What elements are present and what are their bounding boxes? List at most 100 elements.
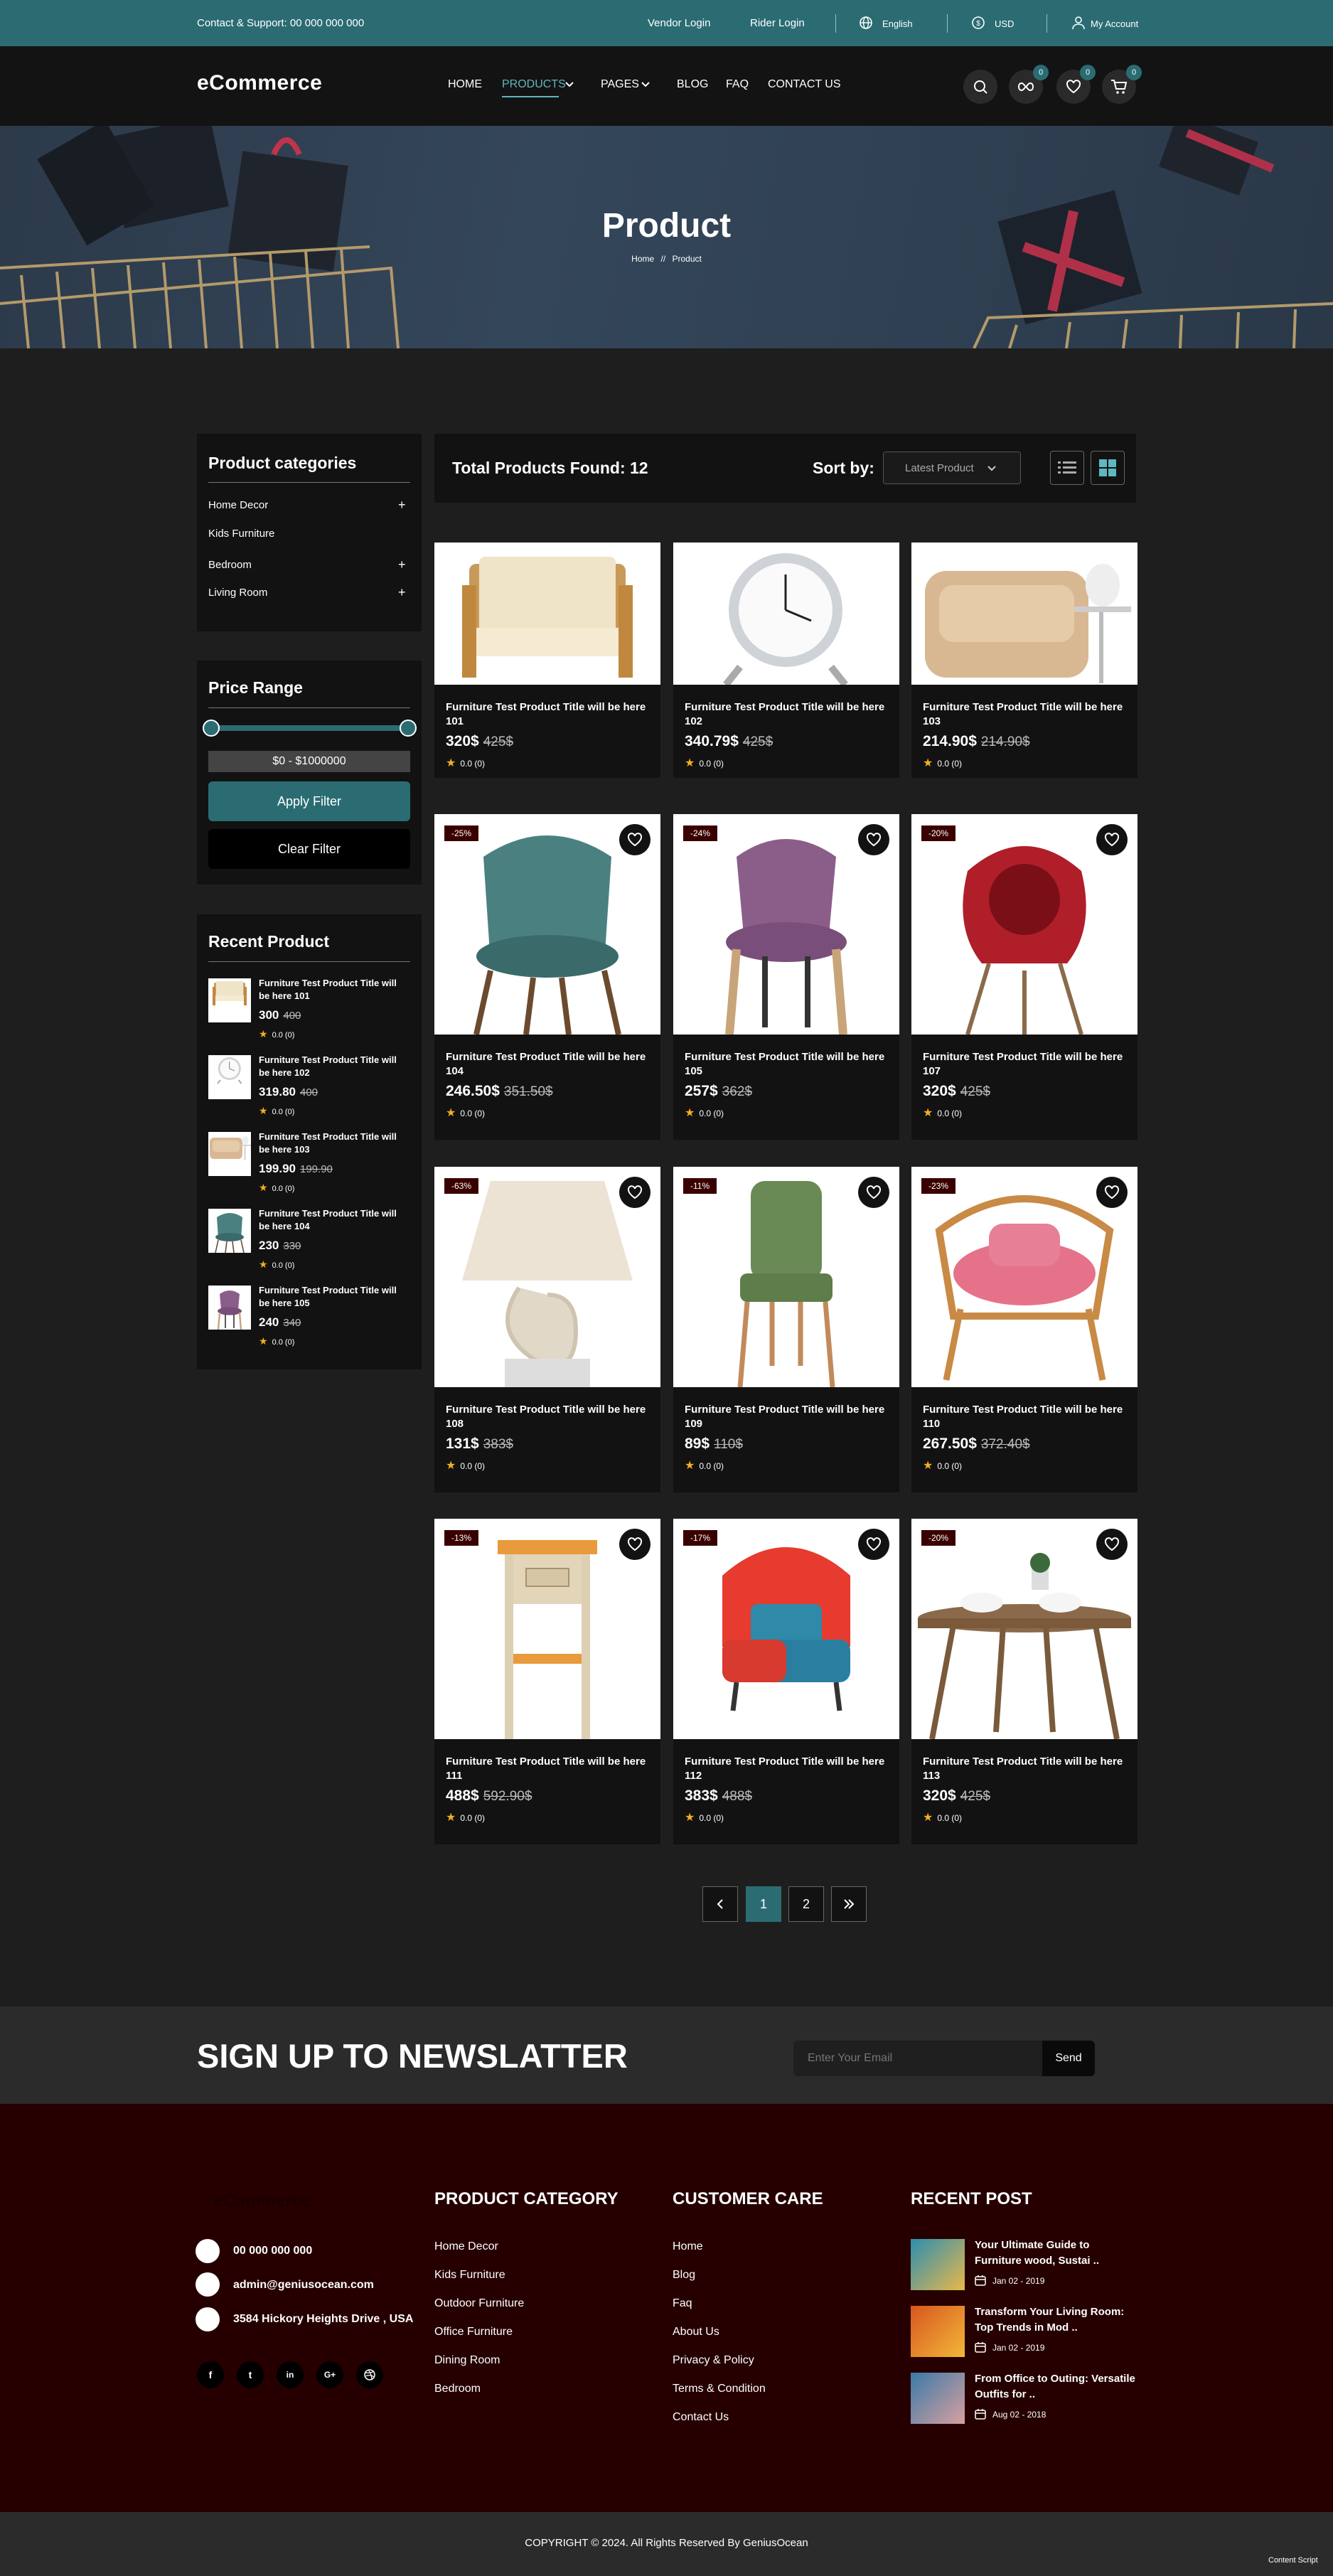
- product-card[interactable]: -24% Furniture Test Product Title will be…: [673, 814, 899, 1140]
- footer-email[interactable]: admin@geniusocean.com: [233, 2279, 374, 2292]
- product-title[interactable]: Furniture Test Product Title will be her…: [923, 1755, 1129, 1783]
- product-image[interactable]: -17%: [673, 1519, 899, 1739]
- product-image[interactable]: -25%: [434, 814, 660, 1035]
- wishlist-toggle[interactable]: [858, 1529, 889, 1560]
- product-image[interactable]: -20%: [911, 814, 1137, 1035]
- footer-category-link[interactable]: Outdoor Furniture: [434, 2297, 524, 2310]
- footer-category-link[interactable]: Office Furniture: [434, 2326, 513, 2339]
- my-account-link[interactable]: My Account: [1091, 18, 1138, 29]
- expand-plus-icon[interactable]: +: [398, 557, 406, 572]
- product-title[interactable]: Furniture Test Product Title will be her…: [685, 1050, 891, 1079]
- wishlist-toggle[interactable]: [619, 1177, 651, 1208]
- breadcrumb-home[interactable]: Home: [631, 254, 654, 264]
- product-card[interactable]: Furniture Test Product Title will be her…: [911, 543, 1137, 778]
- recent-product-title[interactable]: Furniture Test Product Title will be her…: [259, 1054, 408, 1079]
- recent-product-thumb[interactable]: [208, 1286, 251, 1330]
- recent-post-title[interactable]: Your Ultimate Guide to Furniture wood, S…: [975, 2238, 1138, 2269]
- recent-post-title[interactable]: From Office to Outing: Versatile Outfits…: [975, 2371, 1138, 2403]
- footer-care-link[interactable]: About Us: [673, 2326, 719, 2339]
- currency-select[interactable]: USD: [995, 18, 1014, 29]
- product-title[interactable]: Furniture Test Product Title will be her…: [446, 1403, 652, 1431]
- category-kids-furniture[interactable]: Kids Furniture: [208, 528, 274, 540]
- product-card[interactable]: -23% Furniture Test Product Title will be…: [911, 1167, 1137, 1492]
- recent-post-thumb[interactable]: [911, 2306, 965, 2357]
- price-slider-max-handle[interactable]: [400, 720, 417, 737]
- expand-plus-icon[interactable]: +: [398, 585, 406, 600]
- pagination-next[interactable]: [831, 1886, 867, 1922]
- product-image[interactable]: [673, 543, 899, 685]
- footer-category-link[interactable]: Dining Room: [434, 2354, 500, 2367]
- clear-filter-button[interactable]: Clear Filter: [208, 829, 410, 869]
- wishlist-toggle[interactable]: [619, 1529, 651, 1560]
- wishlist-toggle[interactable]: [1096, 1177, 1128, 1208]
- linkedin-icon[interactable]: in: [277, 2361, 304, 2388]
- category-living-room[interactable]: Living Room: [208, 587, 267, 599]
- product-image[interactable]: -13%: [434, 1519, 660, 1739]
- site-logo[interactable]: eCommerce: [197, 71, 322, 95]
- footer-care-link[interactable]: Blog: [673, 2269, 695, 2282]
- footer-care-link[interactable]: Home: [673, 2240, 703, 2253]
- footer-category-link[interactable]: Kids Furniture: [434, 2269, 505, 2282]
- pagination-page-1[interactable]: 1: [746, 1886, 781, 1922]
- recent-post-thumb[interactable]: [911, 2373, 965, 2424]
- product-title[interactable]: Furniture Test Product Title will be her…: [446, 1755, 652, 1783]
- newsletter-send-button[interactable]: Send: [1042, 2041, 1095, 2076]
- recent-post-thumb[interactable]: [911, 2239, 965, 2290]
- search-button[interactable]: [963, 70, 997, 104]
- nav-home[interactable]: HOME: [448, 78, 482, 91]
- wishlist-toggle[interactable]: [619, 824, 651, 855]
- product-card[interactable]: -25% Furniture Test Product Title will be…: [434, 814, 660, 1140]
- footer-care-link[interactable]: Terms & Condition: [673, 2383, 766, 2395]
- nav-blog[interactable]: BLOG: [677, 78, 708, 91]
- expand-plus-icon[interactable]: +: [398, 498, 406, 513]
- recent-product-title[interactable]: Furniture Test Product Title will be her…: [259, 977, 408, 1003]
- wishlist-toggle[interactable]: [1096, 824, 1128, 855]
- recent-product-title[interactable]: Furniture Test Product Title will be her…: [259, 1207, 408, 1233]
- product-card[interactable]: -20% Furniture Test Product Title will be…: [911, 814, 1137, 1140]
- product-title[interactable]: Furniture Test Product Title will be her…: [923, 1403, 1129, 1431]
- nav-faq[interactable]: FAQ: [726, 78, 749, 91]
- footer-care-link[interactable]: Contact Us: [673, 2411, 729, 2424]
- twitter-icon[interactable]: t: [237, 2361, 264, 2388]
- product-title[interactable]: Furniture Test Product Title will be her…: [446, 700, 652, 729]
- product-title[interactable]: Furniture Test Product Title will be her…: [923, 1050, 1129, 1079]
- pagination-page-2[interactable]: 2: [788, 1886, 824, 1922]
- apply-filter-button[interactable]: Apply Filter: [208, 781, 410, 821]
- price-slider-track[interactable]: [211, 725, 407, 731]
- product-card[interactable]: -20% Furniture Test Product Title will be…: [911, 1519, 1137, 1844]
- footer-category-link[interactable]: Bedroom: [434, 2383, 481, 2395]
- nav-pages[interactable]: PAGES: [601, 78, 639, 91]
- grid-view-button[interactable]: [1091, 451, 1125, 485]
- product-title[interactable]: Furniture Test Product Title will be her…: [685, 700, 891, 729]
- recent-product-title[interactable]: Furniture Test Product Title will be her…: [259, 1284, 408, 1310]
- product-card[interactable]: Furniture Test Product Title will be her…: [434, 543, 660, 778]
- sort-select[interactable]: Latest Product: [883, 451, 1021, 484]
- product-image[interactable]: -23%: [911, 1167, 1137, 1387]
- recent-product-thumb[interactable]: [208, 1209, 251, 1253]
- footer-care-link[interactable]: Faq: [673, 2297, 692, 2310]
- vendor-login-link[interactable]: Vendor Login: [648, 17, 710, 29]
- product-image[interactable]: -11%: [673, 1167, 899, 1387]
- product-card[interactable]: -13% Furniture Test Product Title will be…: [434, 1519, 660, 1844]
- list-view-button[interactable]: [1050, 451, 1084, 485]
- pagination-prev[interactable]: [702, 1886, 738, 1922]
- dribbble-icon[interactable]: [356, 2361, 383, 2388]
- nav-products[interactable]: PRODUCTS: [502, 78, 566, 91]
- product-image[interactable]: [434, 543, 660, 685]
- product-title[interactable]: Furniture Test Product Title will be her…: [446, 1050, 652, 1079]
- recent-product-title[interactable]: Furniture Test Product Title will be her…: [259, 1131, 408, 1156]
- product-title[interactable]: Furniture Test Product Title will be her…: [923, 700, 1129, 729]
- footer-logo[interactable]: eCommerce: [213, 2191, 311, 2211]
- recent-product-thumb[interactable]: [208, 1055, 251, 1099]
- product-title[interactable]: Furniture Test Product Title will be her…: [685, 1755, 891, 1783]
- wishlist-toggle[interactable]: [1096, 1529, 1128, 1560]
- nav-contact[interactable]: CONTACT US: [768, 78, 841, 91]
- recent-product-thumb[interactable]: [208, 978, 251, 1022]
- product-title[interactable]: Furniture Test Product Title will be her…: [685, 1403, 891, 1431]
- product-card[interactable]: -11% Furniture Test Product Title will be…: [673, 1167, 899, 1492]
- wishlist-toggle[interactable]: [858, 1177, 889, 1208]
- newsletter-email-input[interactable]: [793, 2041, 1042, 2076]
- facebook-icon[interactable]: f: [197, 2361, 224, 2388]
- product-image[interactable]: -24%: [673, 814, 899, 1035]
- language-select[interactable]: English: [882, 18, 913, 29]
